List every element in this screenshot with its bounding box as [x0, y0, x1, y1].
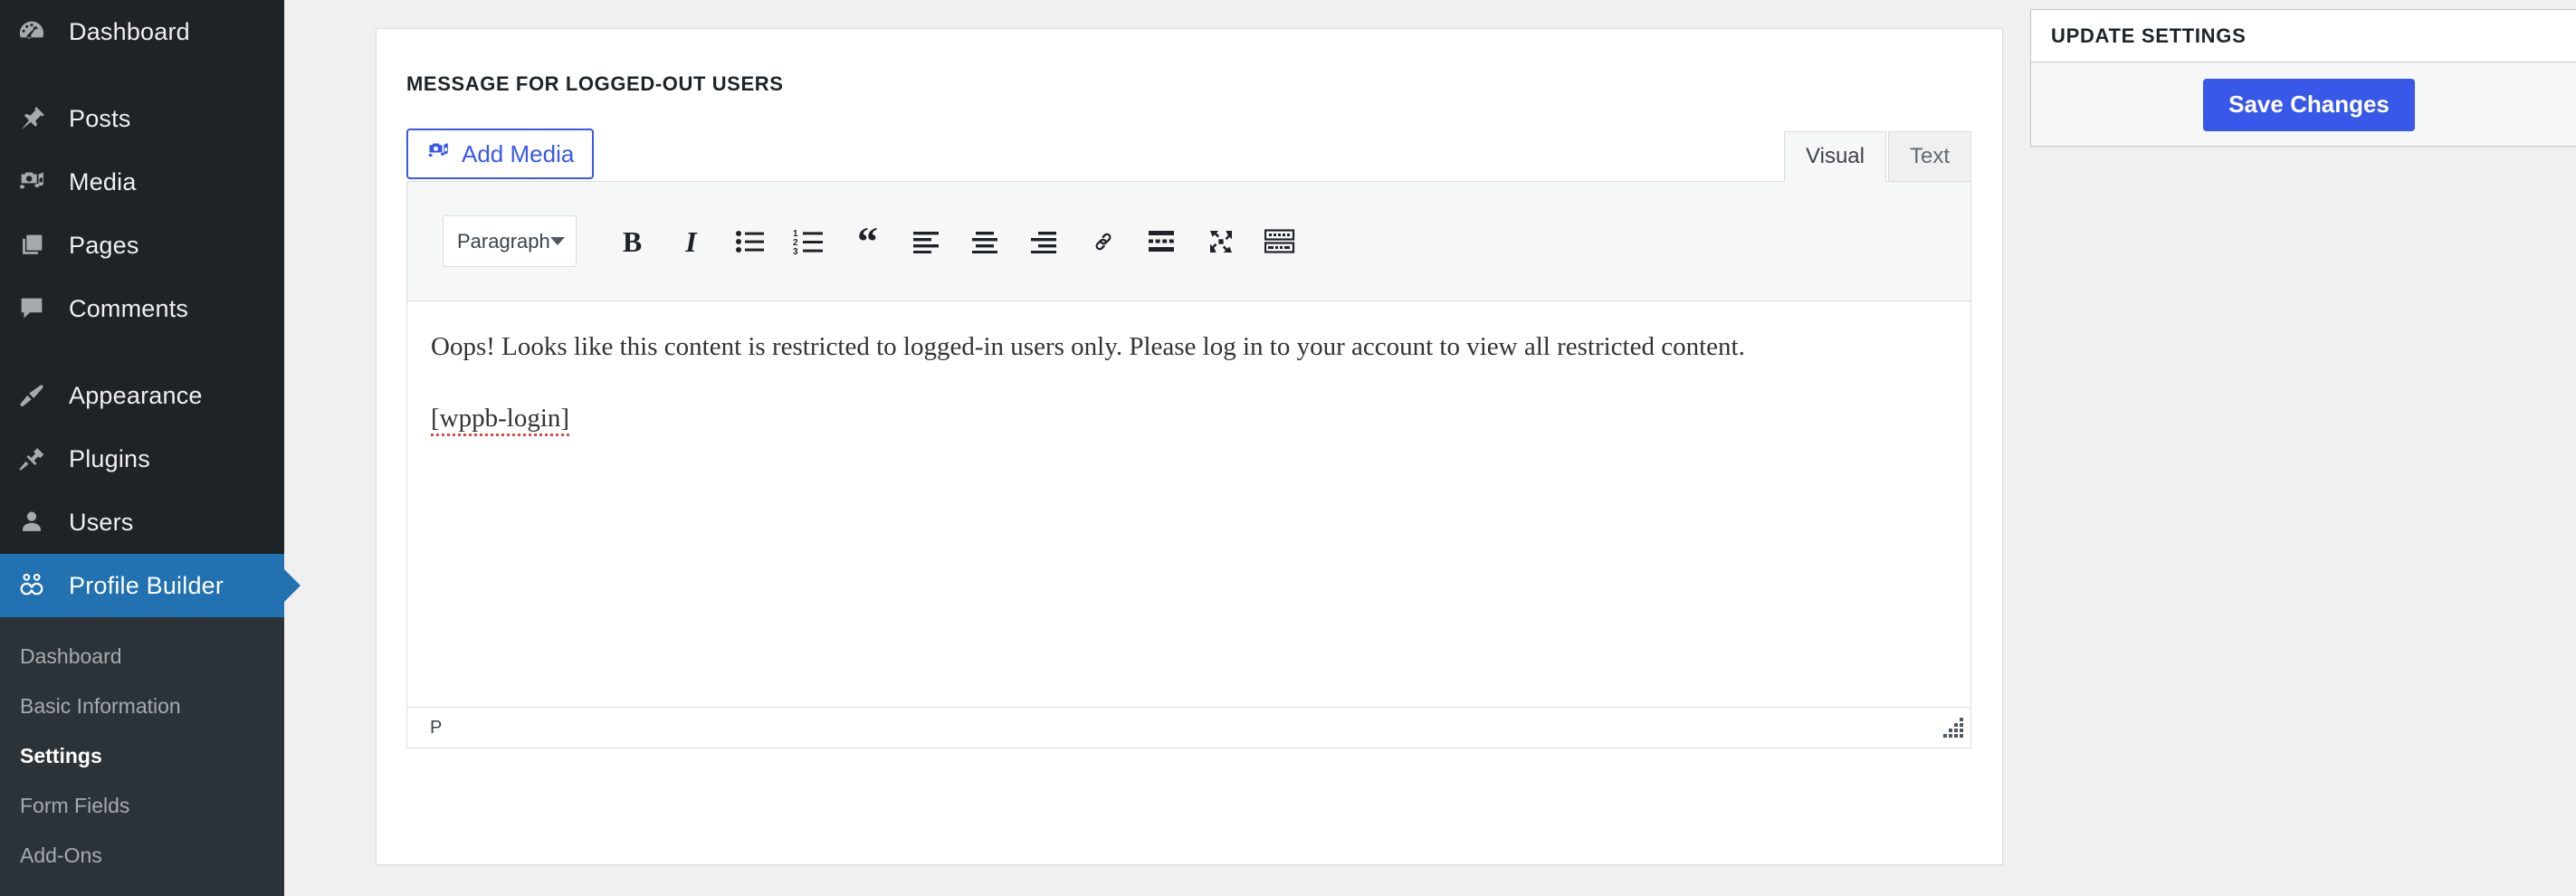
sidebar-item-label: Comments — [69, 294, 189, 322]
sidebar-item-label: Dashboard — [69, 17, 190, 45]
profile-builder-icon — [14, 568, 49, 603]
tab-text[interactable]: Text — [1887, 131, 1971, 182]
dashboard-icon — [14, 14, 49, 49]
content-wrap: MESSAGE FOR LOGGED-OUT USERS Add Media V… — [284, 0, 2576, 896]
svg-text:3: 3 — [793, 247, 798, 255]
submenu-item-add-ons[interactable]: Add-Ons — [0, 831, 284, 881]
align-right-icon[interactable] — [1026, 222, 1063, 262]
content-paragraph-1: Oops! Looks like this content is restric… — [431, 332, 1745, 361]
align-center-icon[interactable] — [967, 222, 1004, 262]
submenu-item-dashboard[interactable]: Dashboard — [0, 632, 284, 682]
sidebar-item-profile-builder[interactable]: Profile Builder — [0, 554, 301, 617]
editor-mode-tabs: Visual Text — [1784, 131, 1971, 182]
sidebar-item-label: Users — [69, 508, 134, 536]
align-left-icon[interactable] — [908, 222, 945, 262]
bold-icon[interactable]: B — [614, 222, 651, 262]
sidebar-item-posts[interactable]: Posts — [0, 87, 284, 150]
admin-page: Dashboard Posts Media Pages Comments App… — [0, 0, 2576, 896]
profile-builder-submenu: Dashboard Basic Information Settings For… — [0, 617, 284, 896]
pages-icon — [14, 228, 49, 262]
update-settings-body: Save Changes — [2031, 62, 2576, 147]
editor-area: Add Media Visual Text Paragraph B I 1 2 … — [406, 96, 1971, 748]
sidebar-item-dashboard[interactable]: Dashboard — [0, 0, 284, 63]
add-media-button[interactable]: Add Media — [406, 129, 595, 179]
sidebar-item-appearance[interactable]: Appearance — [0, 364, 284, 427]
paintbrush-icon — [14, 378, 49, 413]
sidebar-item-pages[interactable]: Pages — [0, 214, 284, 277]
chevron-down-icon — [550, 237, 565, 245]
sidebar-item-comments[interactable]: Comments — [0, 277, 284, 340]
shortcode-text: [wppb-login] — [431, 403, 570, 436]
settings-postbox: MESSAGE FOR LOGGED-OUT USERS Add Media V… — [376, 28, 2003, 865]
format-select-value: Paragraph — [457, 229, 550, 253]
user-icon — [14, 505, 49, 539]
sidebar-item-label: Plugins — [69, 444, 150, 472]
tab-visual[interactable]: Visual — [1784, 131, 1886, 182]
toolbar-toggle-icon[interactable] — [1261, 222, 1298, 262]
camera-music-icon — [14, 165, 49, 199]
blockquote-glyph: “ — [857, 217, 878, 264]
media-buttons-row: Add Media Visual Text — [406, 129, 1971, 182]
submenu-item-basic-information[interactable]: Basic Information — [0, 682, 284, 731]
camera-music-icon — [426, 138, 452, 170]
pin-icon — [14, 101, 49, 136]
sidebar-item-users[interactable]: Users — [0, 491, 284, 554]
blockquote-icon[interactable]: “ — [849, 217, 886, 264]
admin-sidebar: Dashboard Posts Media Pages Comments App… — [0, 0, 301, 896]
sidebar-item-media[interactable]: Media — [0, 150, 284, 214]
bold-glyph: B — [622, 224, 643, 258]
update-settings-panel: UPDATE SETTINGS Save Changes — [2030, 9, 2576, 147]
sidebar-item-plugins[interactable]: Plugins — [0, 427, 284, 491]
plug-icon — [14, 442, 49, 476]
content-paragraph-2: [wppb-login] — [431, 398, 1942, 439]
editor-statusbar: P — [407, 707, 1970, 748]
numbered-list-icon[interactable]: 1 2 3 — [790, 222, 827, 262]
element-path: P — [430, 717, 443, 738]
italic-glyph: I — [685, 224, 697, 258]
editor-content[interactable]: Oops! Looks like this content is restric… — [407, 301, 1970, 707]
format-select[interactable]: Paragraph — [443, 215, 577, 267]
update-settings-title: UPDATE SETTINGS — [2031, 10, 2576, 62]
read-more-icon[interactable] — [1143, 222, 1180, 262]
sidebar-item-label: Appearance — [69, 381, 203, 409]
sidebar-item-label: Profile Builder — [69, 571, 224, 599]
comment-bubble-icon — [14, 291, 49, 326]
fullscreen-icon[interactable] — [1202, 222, 1239, 262]
add-media-label: Add Media — [462, 139, 575, 167]
editor-resize-handle[interactable] — [1943, 718, 1963, 738]
save-changes-button[interactable]: Save Changes — [2203, 78, 2415, 131]
sidebar-item-label: Posts — [69, 104, 131, 132]
bulleted-list-icon[interactable] — [731, 222, 768, 262]
page-title: MESSAGE FOR LOGGED-OUT USERS — [406, 72, 784, 95]
submenu-item-settings[interactable]: Settings — [0, 731, 284, 781]
sidebar-item-label: Pages — [69, 231, 139, 259]
submenu-item-form-fields[interactable]: Form Fields — [0, 781, 284, 831]
insert-link-icon[interactable] — [1084, 222, 1121, 262]
editor-toolbar: Paragraph B I 1 2 3 “ — [407, 182, 1970, 301]
sidebar-item-label: Media — [69, 167, 137, 195]
tinymce-editor: Paragraph B I 1 2 3 “ Oops! Looks like t… — [406, 181, 1971, 748]
italic-icon[interactable]: I — [673, 222, 710, 262]
